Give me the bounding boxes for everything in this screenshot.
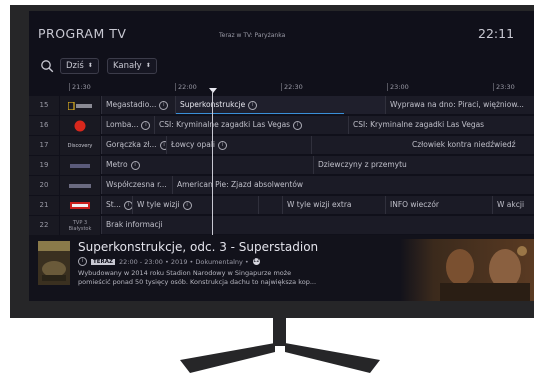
program-cell[interactable]: INFO wieczór [385, 196, 492, 214]
channel-logo-polsat [60, 116, 100, 135]
search-icon[interactable] [40, 59, 54, 73]
channel-number: 17 [29, 136, 59, 155]
timeline: 21:30 22:00 22:30 23:00 23:30 [69, 83, 534, 95]
channel-20-logo [69, 183, 91, 188]
program-cell[interactable]: W tyle wizji i [132, 196, 258, 214]
channel-logo-19 [60, 156, 100, 175]
program-cell[interactable]: Megastadio... i [101, 96, 175, 114]
detail-description: Wybudowany w 2014 roku Stadion Narodowy … [78, 269, 317, 286]
info-icon: i [123, 200, 132, 210]
info-icon: i [293, 120, 303, 130]
channel-row: 17 Discovery Gorączka zł... i Łowcy opali… [29, 136, 534, 155]
program-cell[interactable]: Lomba... i [101, 116, 154, 134]
channel-row: 21 St... i W tyle wizji i W tyle wizji ext… [29, 196, 534, 215]
channel-row: 20 Współczesna r... American Pie: Zjazd … [29, 176, 534, 195]
day-filter[interactable]: Dziś ⬍ [60, 58, 99, 74]
program-cell[interactable]: Łowcy opali i [166, 136, 311, 154]
channel-logo-natgeo [60, 96, 100, 115]
program-cell[interactable]: CSI: Kryminalne zagadki Las Vegas i [154, 116, 348, 134]
timeline-tick: 22:00 [175, 83, 197, 91]
detail-meta: i TERAZ 22:00 - 23:00 • 2019 • Dokumenta… [78, 257, 260, 266]
preview-still [400, 239, 534, 301]
program-cell[interactable]: CSI: Kryminalne zagadki Las Vegas [348, 116, 534, 134]
tv-screen: PROGRAM TV Teraz w TV: Paryżanka 22:11 D… [29, 11, 534, 301]
program-cell[interactable]: Człowiek kontra niedźwiedź [311, 136, 534, 154]
channel-row: 19 Metro i Dziewczyny z przemytu [29, 156, 534, 175]
info-icon: i [141, 120, 151, 130]
now-indicator-line [212, 91, 213, 251]
program-poster [38, 241, 70, 285]
program-cell[interactable]: Współczesna r... [101, 176, 172, 194]
detail-title: Superkonstrukcje, odc. 3 - Superstadion [78, 240, 319, 254]
channel-number: 20 [29, 176, 59, 195]
program-cell[interactable]: Dziewczyny z przemytu [313, 156, 534, 174]
program-cell-selected[interactable]: Superkonstrukcjei [175, 96, 385, 114]
updown-chevron-icon: ⬍ [87, 62, 93, 69]
page-title: PROGRAM TV [38, 26, 127, 41]
selection-underline [176, 113, 344, 114]
channel-number: 19 [29, 156, 59, 175]
tvp3-logo-region: Białystok [68, 225, 92, 232]
channels-filter[interactable]: Kanały ⬍ [107, 58, 157, 74]
program-cell[interactable]: American Pie: Zjazd absolwentów [172, 176, 534, 194]
tvn24-logo [70, 202, 90, 209]
program-cell[interactable]: Metro i [101, 156, 313, 174]
natgeo-logo [68, 101, 92, 110]
poster-image [38, 241, 70, 285]
now-indicator-head [209, 88, 217, 93]
info-icon: i [218, 140, 227, 150]
info-icon: i [130, 160, 140, 170]
channel-logo-20 [60, 176, 100, 195]
program-cell[interactable]: W tyle wizji extra [282, 196, 385, 214]
polsat-crime-logo [74, 120, 86, 131]
now-on-tv-label: Teraz w TV: Paryżanka [219, 32, 286, 39]
channel-logo-discovery: Discovery [60, 136, 100, 155]
program-cell-empty[interactable] [258, 196, 282, 214]
info-icon: i [248, 100, 258, 110]
detail-meta-text: 22:00 - 23:00 • 2019 • Dokumentalny • [119, 257, 249, 266]
channel-logo-tvp3: TVP 3 Białystok [60, 216, 100, 235]
channel-row: 22 TVP 3 Białystok Brak informacji [29, 216, 534, 235]
discovery-logo-text: Discovery [67, 142, 93, 149]
clock: 22:11 [478, 26, 515, 41]
channel-19-logo [70, 163, 90, 168]
timeline-tick: 23:00 [387, 83, 409, 91]
timeline-tick: 23:30 [493, 83, 515, 91]
program-preview-image [400, 239, 534, 301]
channel-row: 16 Lomba... i CSI: Kryminalne zagadki Las… [29, 116, 534, 135]
program-cell[interactable]: Gorączka zł... i [101, 136, 166, 154]
timeline-tick: 21:30 [69, 83, 91, 91]
channels-filter-label: Kanały [113, 61, 142, 71]
program-cell[interactable]: Brak informacji [101, 216, 534, 234]
program-cell[interactable]: St... i [101, 196, 132, 214]
channel-number: 15 [29, 96, 59, 115]
now-badge: TERAZ [91, 258, 115, 265]
channel-number: 22 [29, 216, 59, 235]
channel-number: 16 [29, 116, 59, 135]
age-rating-icon: 12 [252, 258, 260, 265]
timeline-tick: 22:30 [281, 83, 303, 91]
program-cell[interactable]: W akcji [492, 196, 534, 214]
info-icon: i [182, 200, 192, 210]
channel-number: 21 [29, 196, 59, 215]
channel-logo-tvn24 [60, 196, 100, 215]
day-filter-label: Dziś [66, 61, 84, 71]
channel-row: 15 Megastadio...i Superkonstrukcjei Wypr… [29, 96, 534, 115]
program-detail-panel: Superkonstrukcje, odc. 3 - Superstadion … [29, 235, 534, 301]
program-cell[interactable]: Wyprawa na dno: Piraci, więżniow... [385, 96, 534, 114]
info-icon: i [159, 100, 169, 110]
info-icon: i [78, 257, 87, 266]
updown-chevron-icon: ⬍ [145, 62, 151, 69]
